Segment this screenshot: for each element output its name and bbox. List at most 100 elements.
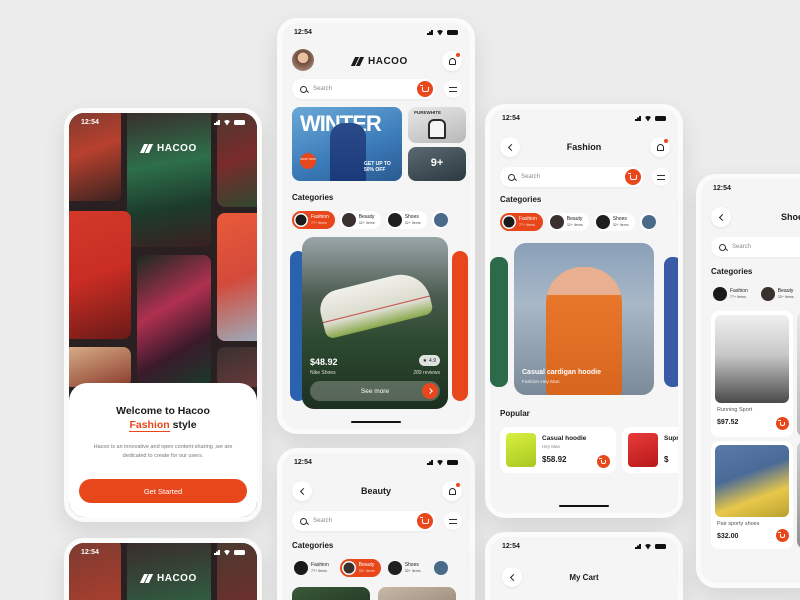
feature-card[interactable]: Casual cardigan hoodie Fashion Hey Man [514, 243, 654, 395]
category-chip-fashion[interactable]: Fashion 77+ Items [292, 559, 335, 577]
cart-button[interactable] [417, 513, 433, 529]
category-avatar [433, 213, 448, 227]
star-icon: ★ [422, 357, 428, 364]
winter-banner[interactable]: WINTER SHOP NOW GET UP TO 50% OFF [292, 107, 402, 181]
category-chip-beauty[interactable]: Beauty 32+ Items [547, 213, 589, 231]
cart-button[interactable] [417, 81, 433, 97]
wifi-icon [644, 115, 652, 122]
status-bar: 12:54 [81, 119, 245, 126]
beauty-screen: 12:54 Beauty Search Categories Fashion 77… [277, 448, 475, 600]
search-bar[interactable]: Search [711, 237, 800, 257]
category-avatar [294, 561, 308, 575]
battery-icon [655, 116, 666, 121]
category-chip-fashion[interactable]: Fashion 77+ Items [500, 213, 543, 231]
cart-button[interactable] [625, 169, 641, 185]
search-bar[interactable]: Search [292, 79, 436, 99]
more-tile[interactable]: 9+ [408, 147, 466, 181]
shop-now-badge[interactable]: SHOP NOW [300, 153, 316, 169]
popular-price: $58.92 [542, 455, 567, 464]
search-bar[interactable]: Search [500, 167, 644, 187]
status-time: 12:54 [713, 185, 731, 192]
welcome-title-line2: Fashion style [69, 419, 257, 432]
category-chip-partial[interactable]: S [431, 211, 448, 229]
category-avatar [760, 287, 775, 301]
battery-icon [234, 550, 245, 555]
add-to-cart-button[interactable] [776, 417, 789, 430]
category-list: Fashion 77+ Items Beauty 32+ Items Shoes 32… [292, 559, 448, 577]
category-chip-fashion[interactable]: Fashion 77+ Items [711, 285, 754, 303]
brand-logo: HACOO [352, 56, 408, 67]
notification-button[interactable] [442, 51, 462, 71]
cart-icon [778, 419, 785, 426]
category-count: 77+ Items [519, 223, 535, 227]
jacket-figure [330, 123, 366, 181]
get-started-button[interactable]: Get Started [79, 479, 247, 503]
category-chip-shoes[interactable]: Shoes 32+ Items [386, 559, 427, 577]
filter-icon [657, 174, 665, 180]
search-icon [719, 243, 726, 251]
category-list: Fashion 77+ Items Beauty 32+ Items Shoes 32… [292, 211, 448, 229]
category-list: Fashion 77+ Items Beauty 32+ Items Shoes 32… [500, 213, 656, 231]
category-chip-beauty[interactable]: Beauty 32+ Items [339, 211, 381, 229]
categories-title: Categories [292, 193, 334, 202]
shop-now-label: SHOP NOW [300, 157, 316, 161]
welcome-card: Welcome to Hacoo Fashion style Hacoo is … [69, 383, 257, 517]
purewhite-tile[interactable]: PUREWHITE [408, 107, 466, 143]
feature-name: Casual cardigan hoodie [522, 369, 601, 376]
filter-icon [449, 518, 457, 524]
search-bar[interactable]: Search [292, 511, 436, 531]
category-count: 77+ Items [730, 295, 746, 299]
arrow-button[interactable] [422, 383, 438, 399]
sneaker-image [316, 268, 434, 340]
see-more-label: See more [360, 387, 390, 395]
wifi-icon [436, 29, 444, 36]
shoe-card[interactable]: Pair sporty shoes $32.00 [711, 441, 793, 549]
avatar[interactable] [292, 49, 314, 71]
beauty-product-card[interactable] [292, 587, 370, 600]
filter-button[interactable] [652, 168, 670, 186]
photo-tile [69, 211, 131, 339]
category-chip-fashion[interactable]: Fashion 77+ Items [292, 211, 335, 229]
category-avatar [713, 287, 727, 301]
popular-item[interactable]: Supr $ [622, 427, 679, 473]
cart-icon [599, 457, 606, 464]
shoe-card[interactable]: Running Sport $97.52 [711, 311, 793, 437]
brand-name: HACOO [157, 573, 197, 584]
category-count: 32+ Items [358, 569, 375, 573]
notification-button[interactable] [650, 137, 670, 157]
battery-icon [234, 120, 245, 125]
category-chip-beauty[interactable]: Beauty 32+ Items [759, 285, 800, 303]
category-avatar [294, 213, 308, 227]
photo-tile [69, 347, 131, 387]
popular-thumb [628, 433, 658, 467]
shoe-name: Pair sporty shoes [717, 521, 760, 527]
see-more-button[interactable]: See more [310, 381, 440, 401]
categories-title: Categories [711, 267, 753, 276]
brand-logo: HACOO [141, 143, 197, 154]
add-to-cart-button[interactable] [776, 529, 789, 542]
category-chip-partial[interactable]: S [639, 213, 656, 231]
status-bar: 12:54 [294, 459, 458, 466]
screen-title: My Cart [569, 573, 599, 582]
filter-button[interactable] [444, 80, 462, 98]
product-card[interactable]: $48.92 Nike Shoes ★ 4.9 289 reviews See m… [302, 237, 448, 409]
category-chip-shoes[interactable]: Shoes 32+ Items [593, 213, 635, 231]
signal-icon [633, 116, 641, 121]
filter-button[interactable] [444, 512, 462, 530]
notification-button[interactable] [442, 481, 462, 501]
wifi-icon [223, 549, 231, 556]
shoes-screen: 12:54 Shoe Search Categories Fashion77+ … [696, 174, 800, 588]
category-count: 32+ Items [358, 221, 375, 225]
popular-price: $ [664, 455, 669, 464]
category-chip-shoes[interactable]: Shoes 32+ Items [385, 211, 427, 229]
back-button[interactable] [711, 207, 731, 227]
bell-icon [448, 57, 456, 65]
beauty-product-card[interactable] [378, 587, 456, 600]
categories-title: Categories [500, 195, 542, 204]
popular-item[interactable]: Casual hoodie Hey Man $58.92 [500, 427, 616, 473]
popular-name: Supr [664, 435, 679, 442]
brand-name: HACOO [157, 143, 197, 154]
add-to-cart-button[interactable] [597, 455, 610, 468]
category-chip-partial[interactable]: S [432, 559, 448, 577]
category-chip-beauty[interactable]: Beauty 32+ Items [339, 559, 381, 577]
